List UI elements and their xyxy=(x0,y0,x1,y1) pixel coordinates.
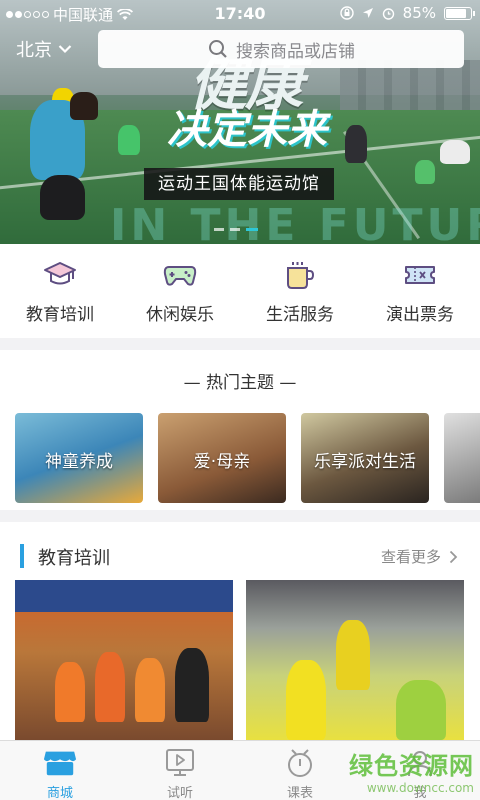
battery-percent: 85% xyxy=(402,4,436,22)
category-tickets[interactable]: 演出票务 xyxy=(360,244,480,338)
alarm-clock-icon xyxy=(288,749,312,777)
banner-player xyxy=(440,140,470,164)
cup-icon xyxy=(287,262,315,289)
city-selector[interactable]: 北京 xyxy=(16,36,72,62)
section-title: 教育培训 xyxy=(38,548,110,569)
chevron-down-icon xyxy=(58,45,72,54)
banner-player-legs xyxy=(40,175,85,220)
watermark-url: www.downcc.com xyxy=(366,781,474,795)
topic-card-label: 神童养成 xyxy=(45,452,113,472)
gamepad-icon xyxy=(163,266,197,286)
topic-card[interactable]: 乐享派对生活 xyxy=(301,413,429,503)
category-row: 教育培训 休闲娱乐 生活服务 演出票务 xyxy=(0,244,480,338)
topic-card-label: 爱·母亲 xyxy=(193,452,251,472)
search-placeholder: 搜索商品或店铺 xyxy=(236,41,355,62)
photo-figure xyxy=(286,660,326,740)
tab-label: 课表 xyxy=(286,786,313,800)
hot-topics-carousel[interactable]: 神童养成 爱·母亲 乐享派对生活 xyxy=(15,413,480,503)
see-more-link[interactable]: 查看更多 xyxy=(381,546,458,567)
category-label: 休闲娱乐 xyxy=(146,305,214,325)
graduation-cap-icon xyxy=(44,262,76,285)
location-arrow-icon xyxy=(362,8,373,18)
pagination-dot xyxy=(230,228,240,231)
photo-figure xyxy=(55,662,85,722)
alarm-icon xyxy=(382,7,394,20)
watermark-cn: 绿色资源网 xyxy=(349,752,474,780)
store-icon xyxy=(43,751,77,776)
photo-figure xyxy=(95,652,125,722)
banner-player xyxy=(118,125,140,155)
photo-figure xyxy=(175,648,209,722)
photo-figure xyxy=(336,620,370,690)
category-label: 教育培训 xyxy=(26,305,94,325)
banner-watermark-text: IN THE FUTURE xyxy=(110,200,480,244)
site-watermark: 绿色资源网 www.downcc.com xyxy=(324,746,474,795)
tab-mall[interactable]: 商城 xyxy=(0,741,120,800)
tab-label: 商城 xyxy=(46,786,73,800)
banner-player-head xyxy=(70,92,98,120)
education-photo[interactable] xyxy=(15,580,233,740)
play-screen-icon xyxy=(166,749,194,776)
photo-figure xyxy=(396,680,446,740)
topic-card-partial[interactable] xyxy=(444,413,480,503)
see-more-label: 查看更多 xyxy=(380,548,441,566)
ticket-icon xyxy=(405,266,435,284)
tab-label: 试听 xyxy=(166,786,193,800)
banner-subtitle: 决定未来 xyxy=(167,107,327,153)
battery-icon xyxy=(444,6,475,20)
topic-card[interactable]: 神童养成 xyxy=(15,413,143,503)
status-bar: 中国联通 17:40 85% xyxy=(0,0,480,26)
education-section: 教育培训 查看更多 xyxy=(0,522,480,740)
banner-player xyxy=(415,160,435,184)
banner-tag: 运动王国体能运动馆 xyxy=(144,168,334,200)
education-photo[interactable] xyxy=(246,580,464,740)
category-education[interactable]: 教育培训 xyxy=(0,244,120,338)
search-icon xyxy=(209,40,227,58)
category-label: 生活服务 xyxy=(266,305,334,325)
hot-topics-section: — 热门主题 — 神童养成 爱·母亲 乐享派对生活 xyxy=(0,350,480,510)
search-input[interactable]: 搜索商品或店铺 xyxy=(98,30,464,68)
banner-pagination xyxy=(214,228,258,231)
pagination-dot xyxy=(214,228,224,231)
category-leisure[interactable]: 休闲娱乐 xyxy=(120,244,240,338)
rotation-lock-icon xyxy=(339,6,354,20)
tab-trial[interactable]: 试听 xyxy=(120,741,240,800)
topic-card[interactable]: 爱·母亲 xyxy=(158,413,286,503)
chevron-right-icon xyxy=(449,550,458,563)
category-life-service[interactable]: 生活服务 xyxy=(240,244,360,338)
hot-topics-title: — 热门主题 — xyxy=(183,373,297,393)
topic-card-label: 乐享派对生活 xyxy=(314,452,416,472)
photo-figure xyxy=(135,658,165,722)
city-label: 北京 xyxy=(16,40,52,61)
section-accent-bar xyxy=(20,544,24,568)
category-label: 演出票务 xyxy=(386,305,454,325)
pagination-dot-active xyxy=(246,228,258,231)
